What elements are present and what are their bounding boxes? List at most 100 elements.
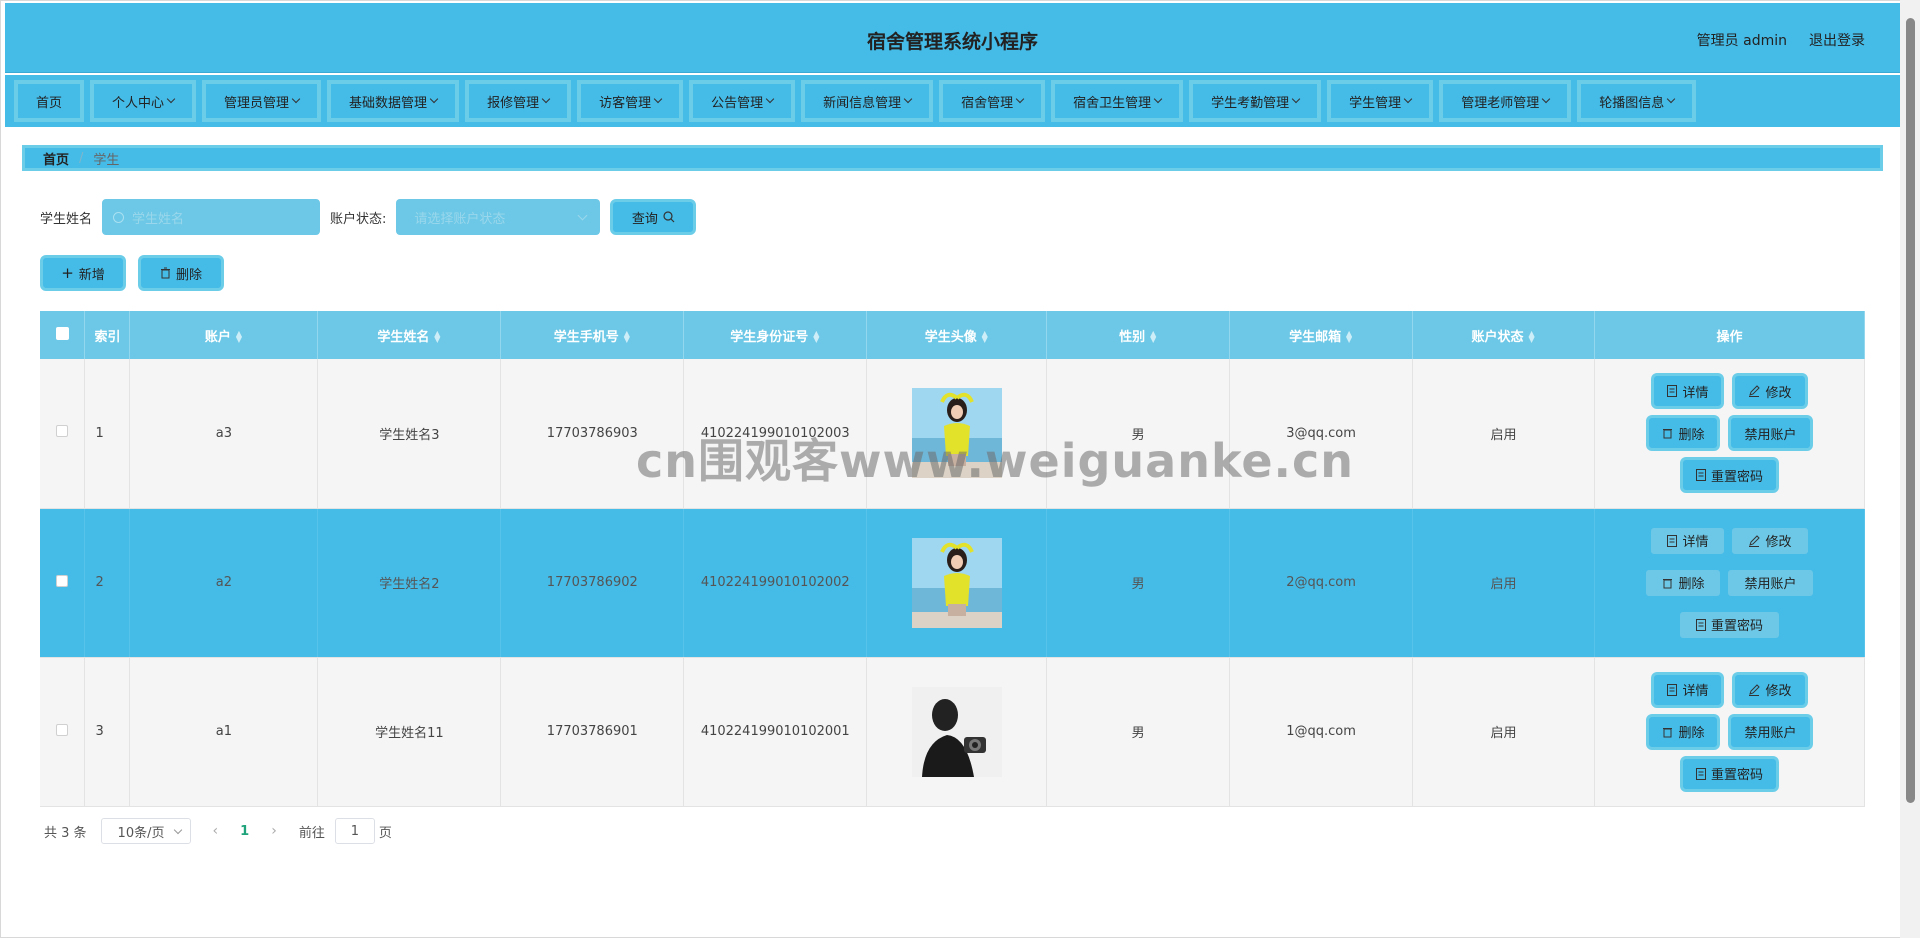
nav-item-12[interactable]: 管理老师管理 (1439, 80, 1572, 122)
chevron-down-icon (1291, 94, 1301, 104)
delete-label: 删除 (175, 267, 202, 283)
chevron-down-icon (291, 94, 301, 104)
col-gender[interactable]: 性别 ▲ ▼ (1046, 311, 1231, 359)
edit-label: 修改 (1765, 684, 1792, 699)
prev-page-icon[interactable]: ‹ (201, 823, 231, 839)
nav-item-10[interactable]: 学生考勤管理 (1189, 80, 1322, 122)
delete-button[interactable]: 删除 (138, 255, 224, 291)
nav-item-13[interactable]: 轮播图信息 (1577, 80, 1697, 122)
disable-account-button[interactable]: 禁用账户 (1728, 713, 1813, 750)
nav-item-1[interactable]: 个人中心 (90, 80, 197, 122)
row-delete-button[interactable]: 删除 (1646, 569, 1721, 596)
avatar-image (867, 686, 1046, 777)
search-icon (113, 211, 125, 223)
col-email[interactable]: 学生邮箱 ▲ ▼ (1229, 311, 1414, 359)
reset-password-button[interactable]: 重置密码 (1679, 611, 1779, 638)
edit-button[interactable]: 修改 (1732, 373, 1808, 410)
pager-total: 共 3 条 (44, 825, 87, 841)
col-phone[interactable]: 学生手机号 ▲ ▼ (500, 311, 685, 359)
detail-button[interactable]: 详情 (1651, 373, 1725, 410)
edit-icon (1749, 385, 1761, 398)
nav-item-4[interactable]: 报修管理 (465, 80, 572, 122)
breadcrumb-separator: / (79, 150, 84, 166)
chevron-down-icon (429, 94, 439, 104)
nav-item-2[interactable]: 管理员管理 (202, 80, 322, 122)
nav-item-9[interactable]: 宿舍卫生管理 (1051, 80, 1184, 122)
nav-item-0[interactable]: 首页 (14, 80, 85, 122)
row-select-cell (40, 657, 86, 807)
page-size-value: 10条/页 (117, 825, 165, 841)
row-checkbox[interactable] (56, 574, 69, 587)
nav-item-label: 宿舍管理 (961, 95, 1014, 111)
nav-item-7[interactable]: 新闻信息管理 (801, 80, 934, 122)
reset-password-button[interactable]: 重置密码 (1679, 755, 1779, 792)
logout-link[interactable]: 退出登录 (1809, 30, 1865, 50)
edit-icon (1749, 683, 1761, 696)
disable-label: 禁用账户 (1744, 577, 1797, 592)
nav-item-11[interactable]: 学生管理 (1327, 80, 1434, 122)
edit-button[interactable]: 修改 (1732, 671, 1808, 708)
avatar-image (867, 537, 1046, 628)
row-delete-button[interactable]: 删除 (1646, 713, 1721, 750)
row-delete-label: 删除 (1678, 427, 1705, 443)
cell-name: 学生姓名11 (317, 657, 502, 807)
nav-item-3[interactable]: 基础数据管理 (327, 80, 460, 122)
nav-item-label: 轮播图信息 (1599, 95, 1665, 111)
status-label: 账户状态: (330, 211, 387, 227)
trash-icon (160, 267, 170, 279)
document-icon (1667, 385, 1678, 398)
nav-item-8[interactable]: 宿舍管理 (939, 80, 1046, 122)
row-checkbox[interactable] (56, 425, 69, 438)
document-icon (1695, 767, 1706, 780)
col-account[interactable]: 账户 ▲ ▼ (129, 311, 319, 359)
goto-input[interactable]: 1 (334, 818, 375, 844)
reset-label: 重置密码 (1710, 469, 1763, 485)
cell-ops: 详情 修改 删除 禁用账户重置密码 (1594, 508, 1866, 658)
col-avatar[interactable]: 学生头像 ▲ ▼ (866, 311, 1048, 359)
query-button[interactable]: 查询 (610, 199, 697, 235)
cell-idcard: 410224199010102002 (683, 508, 868, 658)
nav-item-5[interactable]: 访客管理 (577, 80, 684, 122)
disable-account-button[interactable]: 禁用账户 (1728, 569, 1813, 596)
nav-item-6[interactable]: 公告管理 (689, 80, 796, 122)
reset-password-button[interactable]: 重置密码 (1679, 457, 1779, 494)
row-delete-button[interactable]: 删除 (1646, 415, 1721, 452)
detail-button[interactable]: 详情 (1651, 527, 1725, 554)
nav-item-label: 管理员管理 (224, 95, 290, 111)
breadcrumb: 首页 / 学生 (22, 145, 1883, 171)
row-select-cell (40, 508, 86, 658)
detail-button[interactable]: 详情 (1651, 671, 1725, 708)
next-page-icon[interactable]: › (259, 823, 289, 839)
col-name[interactable]: 学生姓名 ▲ ▼ (317, 311, 502, 359)
col-status[interactable]: 账户状态 ▲ ▼ (1412, 311, 1595, 359)
col-idcard[interactable]: 学生身份证号 ▲ ▼ (683, 311, 868, 359)
select-all-cell (40, 311, 86, 359)
document-icon (1667, 534, 1678, 547)
table-row[interactable]: 3 a1 学生姓名11 17703786901 410224199010102001 男 1… (40, 657, 1866, 807)
cell-phone: 17703786901 (500, 657, 685, 807)
chevron-down-icon (903, 94, 913, 104)
pagination: 共 3 条 10条/页 ‹ 1 › 前往 1 页 (44, 818, 392, 844)
search-icon (663, 211, 675, 223)
select-all-checkbox[interactable] (55, 326, 69, 340)
breadcrumb-home[interactable]: 首页 (43, 149, 69, 168)
row-checkbox[interactable] (56, 723, 69, 736)
table-row[interactable]: 2 a2 学生姓名2 17703786902 410224199010102002 男 2@… (40, 508, 1866, 658)
chevron-down-icon (1541, 94, 1551, 104)
chevron-down-icon (1153, 94, 1163, 104)
status-placeholder: 请选择账户状态 (414, 211, 506, 227)
nav-item-label: 宿舍卫生管理 (1073, 95, 1152, 111)
name-search-input[interactable]: 学生姓名 (102, 199, 321, 235)
disable-account-button[interactable]: 禁用账户 (1728, 415, 1813, 452)
status-select[interactable]: 请选择账户状态 (396, 199, 601, 235)
name-label: 学生姓名 (40, 211, 93, 227)
header: 宿舍管理系统小程序 管理员 admin 退出登录 (5, 3, 1900, 73)
edit-button[interactable]: 修改 (1732, 527, 1808, 554)
nav-item-label: 新闻信息管理 (823, 95, 902, 111)
add-button[interactable]: + 新增 (40, 255, 126, 291)
page-size-select[interactable]: 10条/页 (100, 818, 191, 844)
scrollbar-thumb[interactable] (1906, 18, 1915, 803)
detail-label: 详情 (1682, 684, 1709, 699)
page-number[interactable]: 1 (240, 824, 249, 839)
document-icon (1695, 469, 1706, 482)
